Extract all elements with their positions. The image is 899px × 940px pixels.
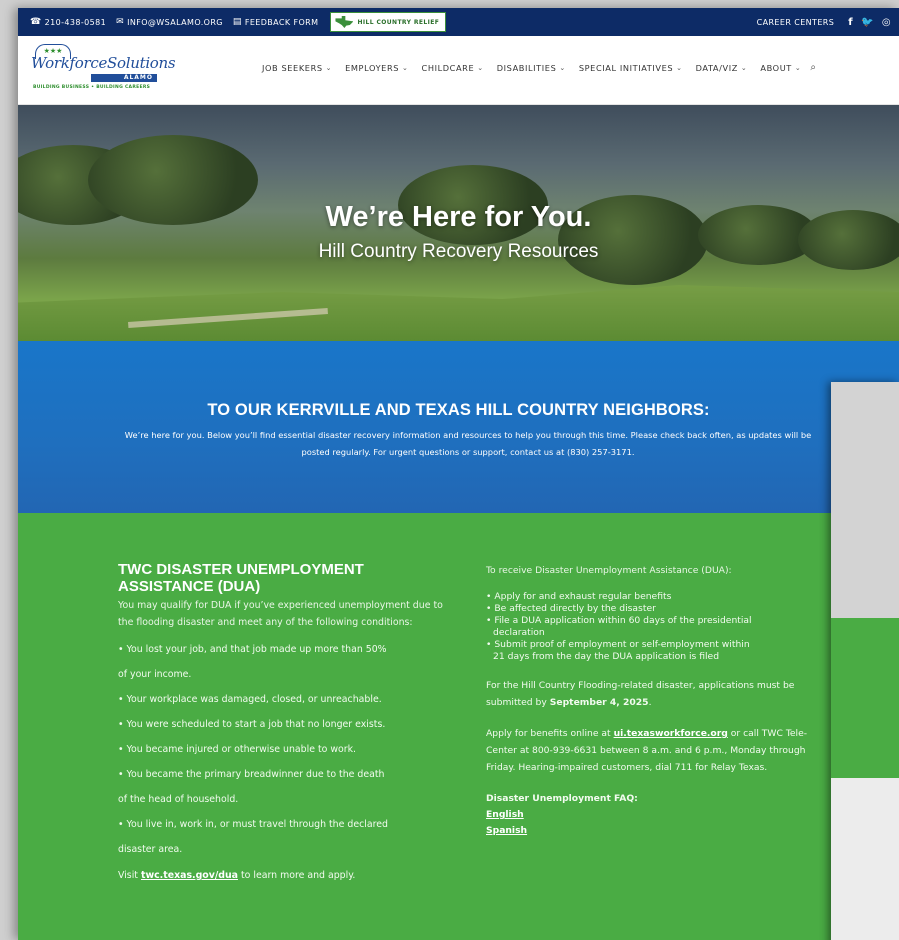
apply-prefix: Apply for benefits online at xyxy=(486,728,614,739)
deadline-suffix: . xyxy=(648,697,652,708)
nav-label: CHILDCARE xyxy=(421,62,475,73)
chevron-down-icon: ⌄ xyxy=(676,63,683,72)
nav-item-disabilities[interactable]: DISABILITIES ⌄ xyxy=(497,62,566,73)
nav-label: DISABILITIES xyxy=(496,62,557,73)
list-item: • You were scheduled to start a job that… xyxy=(118,719,386,730)
list-item: • Your workplace was damaged, closed, or… xyxy=(118,694,382,705)
faq-spanish-link[interactable]: Spanish xyxy=(486,823,831,839)
email-address: INFO@WSALAMO.ORG xyxy=(127,17,223,27)
facebook-icon[interactable]: f xyxy=(848,17,853,28)
side-panel-block xyxy=(831,382,899,618)
dua-left-column: TWC DISASTER UNEMPLOYMENT ASSISTANCE (DU… xyxy=(118,561,460,881)
instagram-icon[interactable]: ◎ xyxy=(882,17,891,28)
nav-label: JOB SEEKERS xyxy=(262,62,323,73)
logo-alamo-bar: ALAMO xyxy=(91,74,157,82)
neighbors-notice-section: TO OUR KERRVILLE AND TEXAS HILL COUNTRY … xyxy=(18,341,899,513)
visit-text: Visit twc.texas.gov/dua to learn more an… xyxy=(118,870,460,881)
list-item: disaster area. xyxy=(118,844,183,855)
dua-intro: You may qualify for DUA if you’ve experi… xyxy=(118,600,443,628)
list-item: • Apply for and exhaust regular benefits xyxy=(486,591,672,602)
hill-country-relief-button[interactable]: HILL COUNTRY RELIEF xyxy=(330,12,447,32)
dua-heading: TWC DISASTER UNEMPLOYMENT ASSISTANCE (DU… xyxy=(118,561,364,595)
hero-banner: We’re Here for You. Hill Country Recover… xyxy=(18,105,899,341)
nav-item-job-seekers[interactable]: JOB SEEKERS ⌄ xyxy=(262,62,332,73)
phone-link[interactable]: ☎ 210-438-0581 xyxy=(30,17,106,27)
phone-number: 210-438-0581 xyxy=(44,17,107,27)
relief-button-label: HILL COUNTRY RELIEF xyxy=(357,18,440,26)
list-item: • You live in, work in, or must travel t… xyxy=(118,819,388,830)
chevron-down-icon: ⌄ xyxy=(559,63,566,72)
side-panel-block xyxy=(831,618,899,778)
nav-item-data-viz[interactable]: DATA/VIZ ⌄ xyxy=(696,62,748,73)
list-item: • You became the primary breadwinner due… xyxy=(118,769,385,780)
nav-item-employers[interactable]: EMPLOYERS ⌄ xyxy=(345,62,408,73)
email-link[interactable]: ✉ INFO@WSALAMO.ORG xyxy=(116,17,223,27)
list-item: • File a DUA application within 60 days … xyxy=(486,615,752,626)
chevron-down-icon: ⌄ xyxy=(402,63,409,72)
notice-body: We’re here for you. Below you’ll find es… xyxy=(124,430,812,457)
main-nav: JOB SEEKERS ⌄ EMPLOYERS ⌄ CHILDCARE ⌄ DISAB… xyxy=(262,62,817,73)
faq-title: Disaster Unemployment FAQ: xyxy=(486,793,638,804)
list-item: • You lost your job, and that job made u… xyxy=(118,644,387,655)
dua-requirements-list: • Apply for and exhaust regular benefits… xyxy=(486,591,831,663)
top-utility-bar: ☎ 210-438-0581 ✉ INFO@WSALAMO.ORG ▤ FEED… xyxy=(18,8,899,36)
twc-dua-link[interactable]: twc.texas.gov/dua xyxy=(141,870,238,881)
nav-item-childcare[interactable]: CHILDCARE ⌄ xyxy=(422,62,484,73)
career-centers-link[interactable]: CAREER CENTERS xyxy=(757,18,835,27)
dua-right-column: To receive Disaster Unemployment Assista… xyxy=(486,562,831,839)
receive-lead: To receive Disaster Unemployment Assista… xyxy=(486,565,732,576)
nav-label: EMPLOYERS xyxy=(345,62,400,73)
feedback-form-link[interactable]: ▤ FEEDBACK FORM xyxy=(233,17,319,27)
logo-wordmark: WorkforceSolutions xyxy=(31,54,176,72)
list-item: declaration xyxy=(493,627,545,638)
document-icon: ▤ xyxy=(232,17,242,27)
mail-icon: ✉ xyxy=(116,17,125,27)
chevron-down-icon: ⌄ xyxy=(794,63,802,72)
feedback-label: FEEDBACK FORM xyxy=(244,17,319,27)
nav-item-special-initiatives[interactable]: SPECIAL INITIATIVES ⌄ xyxy=(579,62,683,73)
list-item: of your income. xyxy=(118,669,192,680)
nav-label: DATA/VIZ xyxy=(695,62,738,73)
side-panel-overlay xyxy=(831,382,899,940)
search-icon[interactable]: ⌕ xyxy=(810,62,816,73)
notice-heading: TO OUR KERRVILLE AND TEXAS HILL COUNTRY … xyxy=(207,401,710,419)
list-item: of the head of household. xyxy=(118,794,239,805)
apply-text: Apply for benefits online at ui.texaswor… xyxy=(486,725,831,776)
list-item: • Be affected directly by the disaster xyxy=(486,603,656,614)
web-page: ☎ 210-438-0581 ✉ INFO@WSALAMO.ORG ▤ FEED… xyxy=(18,8,899,940)
faq-english-link[interactable]: English xyxy=(486,807,831,823)
nav-item-about[interactable]: ABOUT ⌄ xyxy=(760,62,801,73)
deadline-text: For the Hill Country Flooding-related di… xyxy=(486,677,831,711)
list-item: 21 days from the day the DUA application… xyxy=(493,651,720,662)
hero-subtitle: Hill Country Recovery Resources xyxy=(318,241,599,262)
list-item: • You became injured or otherwise unable… xyxy=(118,744,357,755)
ui-texasworkforce-link[interactable]: ui.texasworkforce.org xyxy=(614,728,728,739)
site-header: ★★★ WorkforceSolutions ALAMO BUILDING BU… xyxy=(18,36,899,105)
hero-title: We’re Here for You. xyxy=(325,201,592,233)
logo-tagline: BUILDING BUSINESS • BUILDING CAREERS xyxy=(33,85,151,90)
visit-prefix: Visit xyxy=(118,870,141,881)
dua-conditions-list: • You lost your job, and that job made u… xyxy=(118,637,460,862)
phone-icon: ☎ xyxy=(30,17,42,27)
chevron-down-icon: ⌄ xyxy=(477,63,484,72)
chevron-down-icon: ⌄ xyxy=(325,63,333,72)
side-panel-block xyxy=(831,778,899,940)
visit-suffix: to learn more and apply. xyxy=(237,870,356,881)
nav-label: SPECIAL INITIATIVES xyxy=(578,62,674,73)
texas-map-icon xyxy=(335,16,354,28)
workforce-solutions-logo[interactable]: ★★★ WorkforceSolutions ALAMO BUILDING BU… xyxy=(31,40,176,98)
list-item: • Submit proof of employment or self-emp… xyxy=(486,639,750,650)
dua-section: TWC DISASTER UNEMPLOYMENT ASSISTANCE (DU… xyxy=(18,513,899,940)
nav-label: ABOUT xyxy=(760,62,792,73)
chevron-down-icon: ⌄ xyxy=(740,63,748,72)
grass-field xyxy=(18,285,899,341)
deadline-date: September 4, 2025 xyxy=(549,697,649,708)
twitter-icon[interactable]: 🐦 xyxy=(861,17,874,28)
topbar-right-group: CAREER CENTERS f 🐦 ◎ xyxy=(757,8,899,36)
